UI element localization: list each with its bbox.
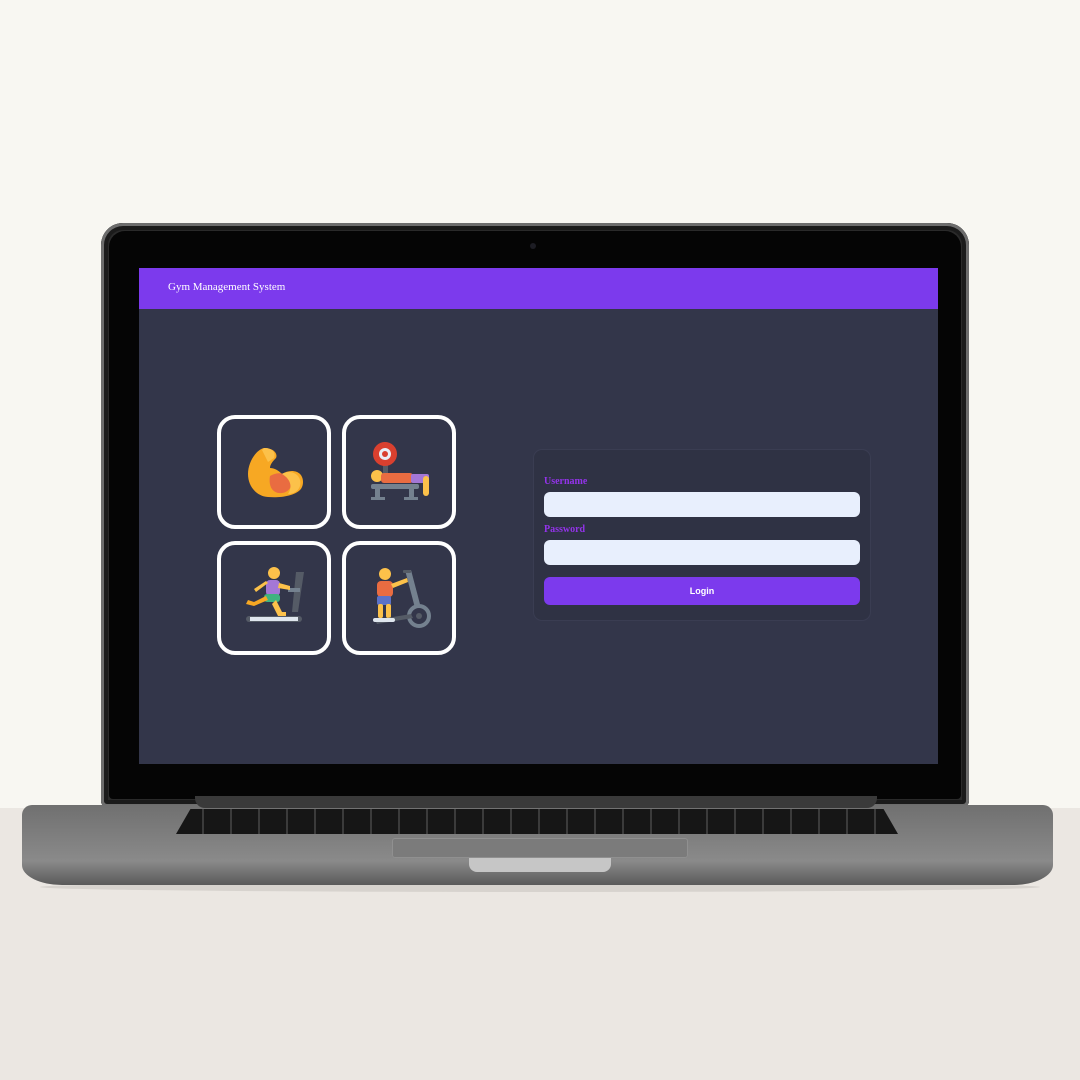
username-label: Username xyxy=(544,476,588,487)
app-screen: Gym Management System Username Password … xyxy=(139,268,938,764)
laptop-hinge xyxy=(195,796,877,808)
flexed-biceps-icon xyxy=(248,448,303,498)
login-form: Username Password Login xyxy=(534,450,870,620)
bench-press-icon xyxy=(371,442,429,500)
tile-strength xyxy=(217,415,331,529)
treadmill-runner-icon xyxy=(246,567,304,622)
app-title[interactable]: Gym Management System xyxy=(168,281,285,293)
username-input[interactable] xyxy=(544,492,860,517)
password-label: Password xyxy=(544,524,586,535)
webcam xyxy=(530,243,536,249)
tile-elliptical xyxy=(342,541,456,655)
laptop-keyboard xyxy=(176,809,898,834)
tile-bench-press xyxy=(342,415,456,529)
tile-treadmill xyxy=(217,541,331,655)
login-button[interactable]: Login xyxy=(544,577,860,605)
laptop-trackpad xyxy=(392,838,688,858)
top-navbar: Gym Management System xyxy=(139,268,938,309)
elliptical-trainer-icon xyxy=(373,568,431,628)
laptop-opening-notch xyxy=(469,858,611,872)
password-input[interactable] xyxy=(544,540,860,565)
